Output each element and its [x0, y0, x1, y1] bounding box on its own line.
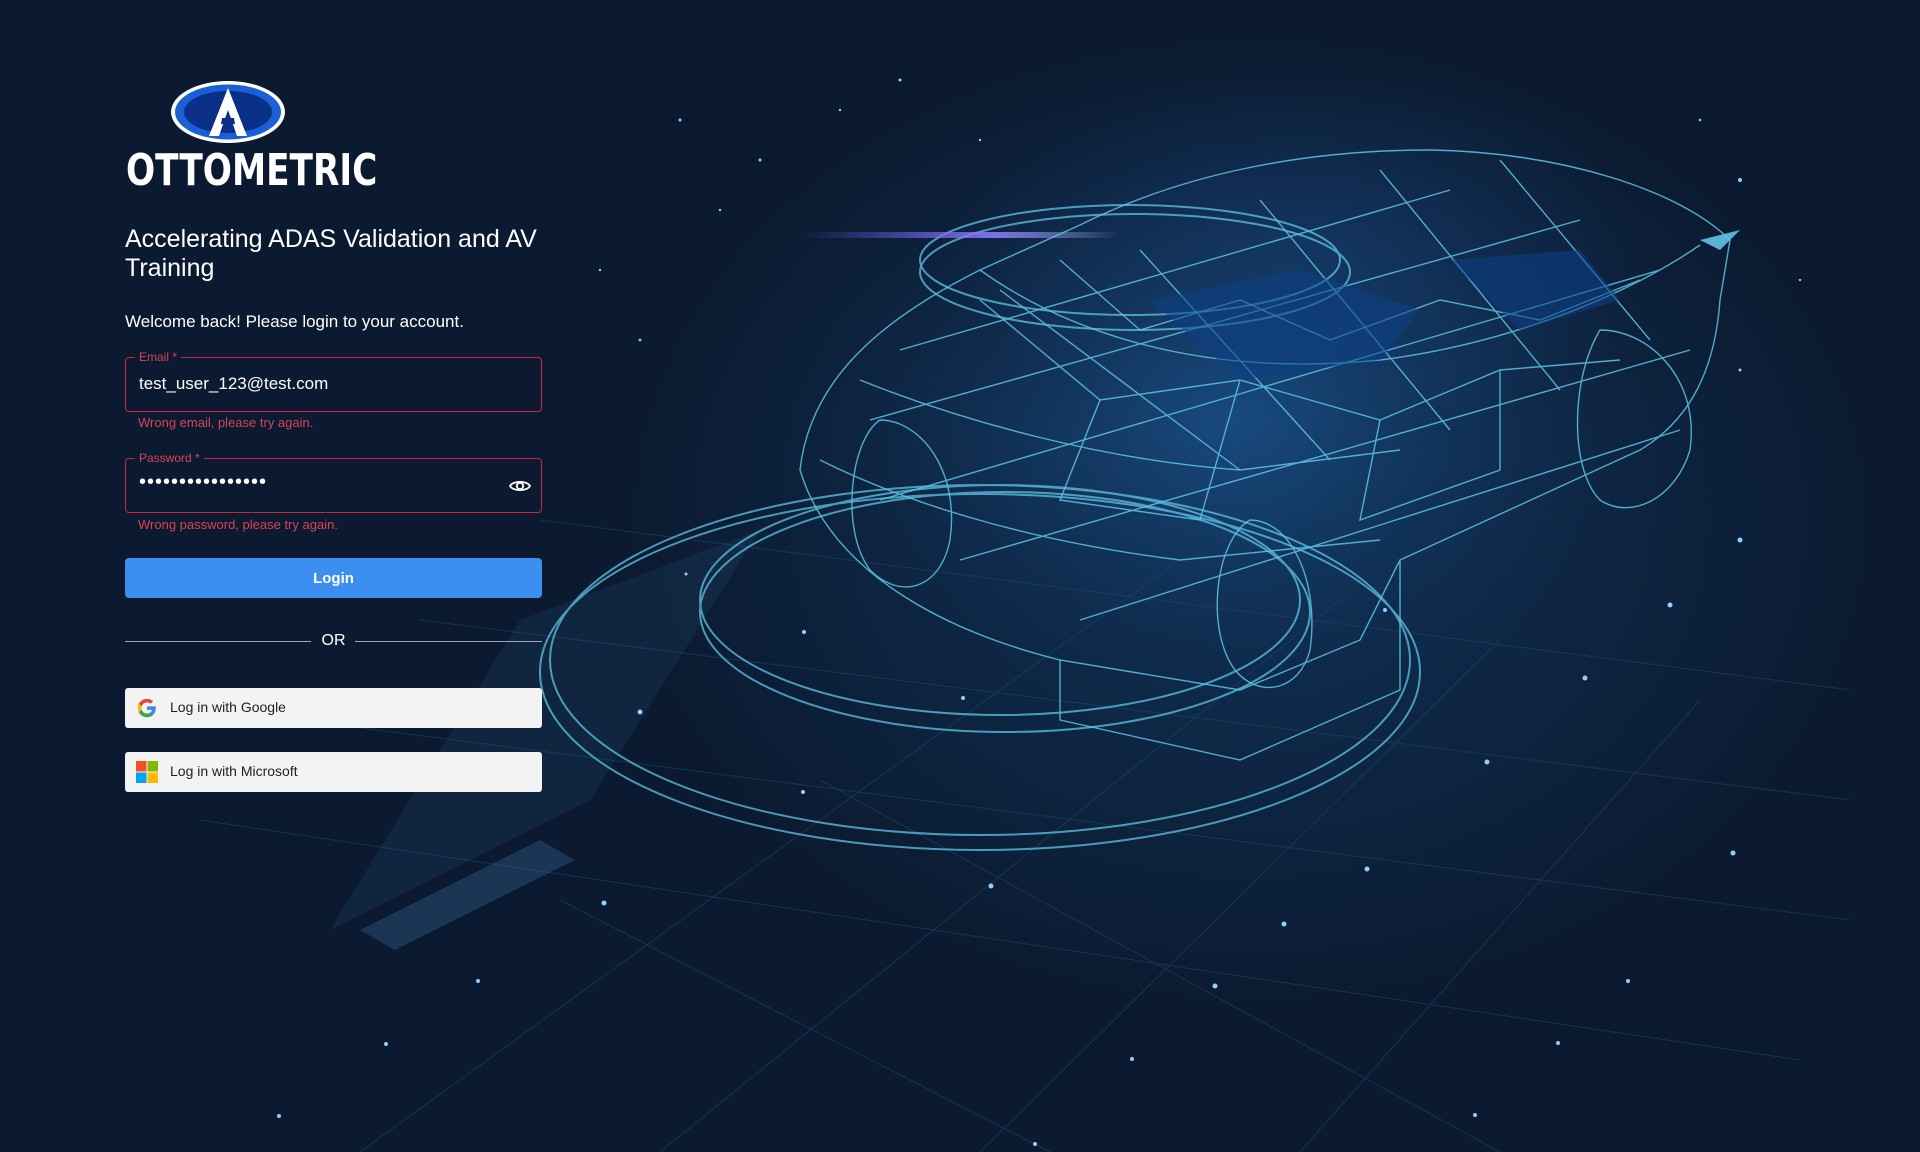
- ottometric-logo-icon: [171, 81, 285, 143]
- brand-name: OTTOMETRIC: [126, 145, 378, 196]
- password-input[interactable]: ••••••••••••••••: [139, 471, 267, 494]
- password-error: Wrong password, please try again.: [138, 517, 338, 532]
- or-divider: OR: [125, 631, 542, 651]
- welcome-message: Welcome back! Please login to your accou…: [125, 312, 464, 331]
- google-login-label: Log in with Google: [170, 699, 286, 715]
- password-field[interactable]: Password * ••••••••••••••••: [125, 450, 542, 513]
- email-field[interactable]: Email * test_user_123@test.com: [125, 349, 542, 412]
- eye-icon[interactable]: [508, 474, 532, 498]
- email-input[interactable]: test_user_123@test.com: [139, 374, 328, 394]
- email-label: Email *: [135, 349, 182, 365]
- divider-line-right: [355, 641, 542, 642]
- microsoft-login-button[interactable]: Log in with Microsoft: [125, 752, 542, 792]
- password-label: Password *: [135, 450, 204, 466]
- microsoft-login-label: Log in with Microsoft: [170, 763, 298, 779]
- microsoft-icon: [136, 761, 158, 783]
- login-page: OTTOMETRIC Accelerating ADAS Validation …: [0, 0, 1920, 1152]
- tagline: Accelerating ADAS Validation and AV Trai…: [125, 225, 537, 282]
- login-button[interactable]: Login: [125, 558, 542, 598]
- google-login-button[interactable]: Log in with Google: [125, 688, 542, 728]
- email-error: Wrong email, please try again.: [138, 415, 314, 430]
- google-icon: [137, 698, 156, 718]
- brand-logo: OTTOMETRIC: [125, 80, 377, 196]
